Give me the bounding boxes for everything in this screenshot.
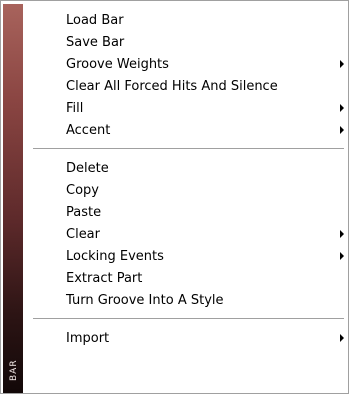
menu-item-label: Clear All Forced Hits And Silence [66, 78, 278, 94]
menu-item-clear[interactable]: Clear [25, 223, 346, 245]
menu-item-load-bar[interactable]: Load Bar [25, 9, 346, 31]
menu-item-label: Extract Part [66, 270, 143, 286]
menu-item-label: Turn Groove Into A Style [66, 292, 224, 308]
menu-item-locking-events[interactable]: Locking Events [25, 245, 346, 267]
menu-item-label: Delete [66, 160, 109, 176]
menu-item-clear-all-forced-hits-and-silence[interactable]: Clear All Forced Hits And Silence [25, 75, 346, 97]
menu-item-label: Clear [66, 226, 100, 242]
submenu-arrow-icon [340, 126, 344, 134]
submenu-arrow-icon [340, 230, 344, 238]
menu-item-delete[interactable]: Delete [25, 157, 346, 179]
menu-item-import[interactable]: Import [25, 327, 346, 349]
menu-item-label: Import [66, 330, 110, 346]
menu-item-label: Groove Weights [66, 56, 169, 72]
submenu-arrow-icon [340, 252, 344, 260]
context-menu: BAR Load Bar Save Bar Groove Weights Clear … [0, 0, 349, 394]
menu-item-paste[interactable]: Paste [25, 201, 346, 223]
submenu-arrow-icon [340, 334, 344, 342]
menu-item-fill[interactable]: Fill [25, 97, 346, 119]
menu-item-label: Accent [66, 122, 111, 138]
menu-item-label: Save Bar [66, 34, 125, 50]
menu-item-groove-weights[interactable]: Groove Weights [25, 53, 346, 75]
side-strip-label: BAR [9, 359, 19, 381]
menu-item-label: Copy [66, 182, 99, 198]
menu-item-extract-part[interactable]: Extract Part [25, 267, 346, 289]
menu-item-label: Load Bar [66, 12, 124, 28]
menu-item-accent[interactable]: Accent [25, 119, 346, 141]
menu-item-label: Fill [66, 100, 84, 116]
menu-item-copy[interactable]: Copy [25, 179, 346, 201]
bar-side-strip: BAR [3, 4, 23, 393]
menu-item-save-bar[interactable]: Save Bar [25, 31, 346, 53]
menu-separator [33, 318, 344, 320]
menu-item-label: Paste [66, 204, 102, 220]
menu-item-turn-groove-into-a-style[interactable]: Turn Groove Into A Style [25, 289, 346, 311]
submenu-arrow-icon [340, 60, 344, 68]
submenu-arrow-icon [340, 104, 344, 112]
menu-item-label: Locking Events [66, 248, 164, 264]
menu-separator [33, 148, 344, 150]
